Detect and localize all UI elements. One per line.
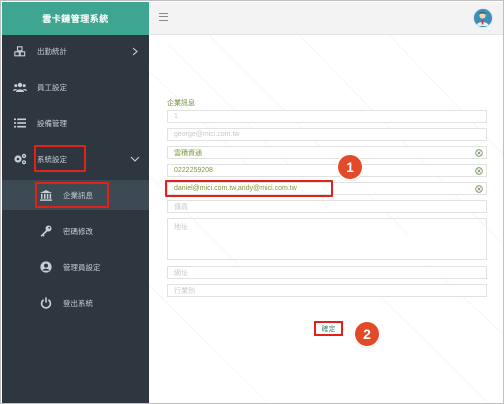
sidebar-item-label: 登出系統 xyxy=(63,298,93,308)
main-content: 企業訊息 1 george@mici.com.tw 雲積資通 022225920… xyxy=(149,35,503,403)
gears-icon xyxy=(13,153,27,165)
company-name-field[interactable]: 雲積資通 xyxy=(167,146,487,159)
clear-icon[interactable] xyxy=(475,167,483,175)
confirm-button[interactable]: 確定 xyxy=(314,321,343,336)
highlight-box-system-settings xyxy=(34,145,86,172)
app-window: 雲卡鏈管理系統 出勤統計 員工設定 設備管理 系統設定 企業訊息 密碼修改 管理… xyxy=(0,0,504,404)
top-bar xyxy=(149,2,503,35)
key-icon xyxy=(40,225,52,237)
company-id-field: 1 xyxy=(167,110,487,123)
section-title: 企業訊息 xyxy=(167,100,195,107)
website-field[interactable]: 網址 xyxy=(167,266,487,279)
sidebar-item-devices[interactable]: 設備管理 xyxy=(2,108,149,138)
user-circle-icon xyxy=(40,261,52,273)
address-textarea[interactable]: 地址 xyxy=(167,218,487,260)
users-icon xyxy=(13,81,27,93)
sidebar-item-attendance[interactable]: 出勤統計 xyxy=(2,36,149,66)
step-badge-1: 1 xyxy=(338,155,362,179)
cubes-icon xyxy=(13,45,27,57)
step-badge-2: 2 xyxy=(355,322,379,346)
sidebar-subitem-logout[interactable]: 登出系統 xyxy=(2,288,149,318)
chevron-right-icon xyxy=(130,46,140,56)
sidebar-subitem-change-password[interactable]: 密碼修改 xyxy=(2,216,149,246)
highlight-box-email xyxy=(165,180,333,197)
app-title: 雲卡鏈管理系統 xyxy=(2,2,149,35)
industry-field[interactable]: 行業別 xyxy=(167,284,487,297)
highlight-box-company-info xyxy=(35,182,109,208)
clear-icon[interactable] xyxy=(475,185,483,193)
sidebar-item-label: 管理員設定 xyxy=(63,262,101,272)
sidebar-subitem-admin-settings[interactable]: 管理員設定 xyxy=(2,252,149,282)
avatar[interactable] xyxy=(473,8,493,28)
menu-toggle-icon[interactable] xyxy=(159,13,168,22)
fax-field[interactable]: 傳真 xyxy=(167,200,487,213)
sidebar-item-label: 密碼修改 xyxy=(63,226,93,236)
sidebar-item-employees[interactable]: 員工設定 xyxy=(2,72,149,102)
chevron-down-icon xyxy=(130,154,140,164)
clear-icon[interactable] xyxy=(475,149,483,157)
power-icon xyxy=(40,297,52,309)
sidebar-item-label: 員工設定 xyxy=(37,82,67,92)
sidebar-item-label: 設備管理 xyxy=(37,118,67,128)
sidebar-item-label: 出勤統計 xyxy=(37,46,67,56)
phone-field[interactable]: 0222259208 xyxy=(167,164,487,177)
sidebar: 雲卡鏈管理系統 出勤統計 員工設定 設備管理 系統設定 企業訊息 密碼修改 管理… xyxy=(2,2,149,403)
company-name-value: 雲積資通 xyxy=(174,149,202,157)
account-email-field: george@mici.com.tw xyxy=(167,128,487,141)
list-icon xyxy=(13,117,27,129)
phone-value: 0222259208 xyxy=(174,167,213,174)
